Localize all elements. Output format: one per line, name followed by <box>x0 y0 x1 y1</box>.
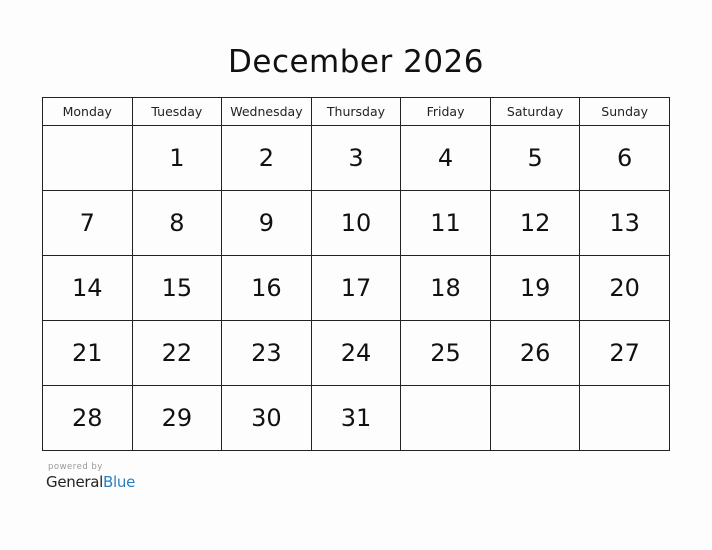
day-cell: 13 <box>579 190 670 256</box>
day-cell: 27 <box>579 320 670 386</box>
day-cell: 8 <box>131 190 223 256</box>
day-cell: 2 <box>221 125 312 191</box>
day-cell <box>42 125 133 191</box>
day-cell: 9 <box>221 190 312 256</box>
calendar-grid: Monday Tuesday Wednesday Thursday Friday… <box>42 97 670 451</box>
day-cell: 28 <box>42 385 133 451</box>
weekday-sunday: Sunday <box>579 97 670 126</box>
day-cell: 29 <box>131 385 223 451</box>
day-cell: 21 <box>42 320 133 386</box>
day-cell <box>579 385 670 451</box>
day-cell: 1 <box>131 125 223 191</box>
day-cell: 19 <box>489 255 581 321</box>
day-cell: 4 <box>400 125 491 191</box>
day-cell <box>489 385 581 451</box>
day-cell: 15 <box>131 255 223 321</box>
day-cell: 20 <box>579 255 670 321</box>
day-cell: 16 <box>221 255 312 321</box>
day-cell: 12 <box>489 190 581 256</box>
brand-name-blue: Blue <box>103 473 136 491</box>
week-row: 28 29 30 31 <box>42 385 670 451</box>
day-cell: 23 <box>221 320 312 386</box>
day-cell: 30 <box>221 385 312 451</box>
weekday-thursday: Thursday <box>310 97 402 126</box>
day-cell: 3 <box>310 125 402 191</box>
day-cell: 31 <box>310 385 402 451</box>
day-cell: 26 <box>489 320 581 386</box>
weekday-wednesday: Wednesday <box>221 97 312 126</box>
brand-name-general: General <box>46 473 104 491</box>
weekday-monday: Monday <box>42 97 133 126</box>
day-cell: 7 <box>42 190 133 256</box>
day-cell: 25 <box>400 320 491 386</box>
weekday-friday: Friday <box>400 97 491 126</box>
weekday-saturday: Saturday <box>489 97 581 126</box>
day-cell: 11 <box>400 190 491 256</box>
day-cell: 10 <box>310 190 402 256</box>
day-cell <box>400 385 491 451</box>
week-row: 7 8 9 10 11 12 13 <box>42 190 670 256</box>
day-cell: 17 <box>310 255 402 321</box>
calendar-title: December 2026 <box>228 44 484 80</box>
powered-by-label: powered by <box>48 462 103 472</box>
day-cell: 14 <box>42 255 133 321</box>
week-row: 21 22 23 24 25 26 27 <box>42 320 670 386</box>
weekday-tuesday: Tuesday <box>131 97 223 126</box>
day-cell: 6 <box>579 125 670 191</box>
week-row: 14 15 16 17 18 19 20 <box>42 255 670 321</box>
powered-by-logo: powered by GeneralBlue <box>46 462 135 491</box>
day-cell: 18 <box>400 255 491 321</box>
day-cell: 5 <box>489 125 581 191</box>
day-cell: 22 <box>131 320 223 386</box>
brand-name: GeneralBlue <box>46 473 135 491</box>
day-cell: 24 <box>310 320 402 386</box>
weekday-header-row: Monday Tuesday Wednesday Thursday Friday… <box>42 97 670 126</box>
week-row: 1 2 3 4 5 6 <box>42 125 670 191</box>
